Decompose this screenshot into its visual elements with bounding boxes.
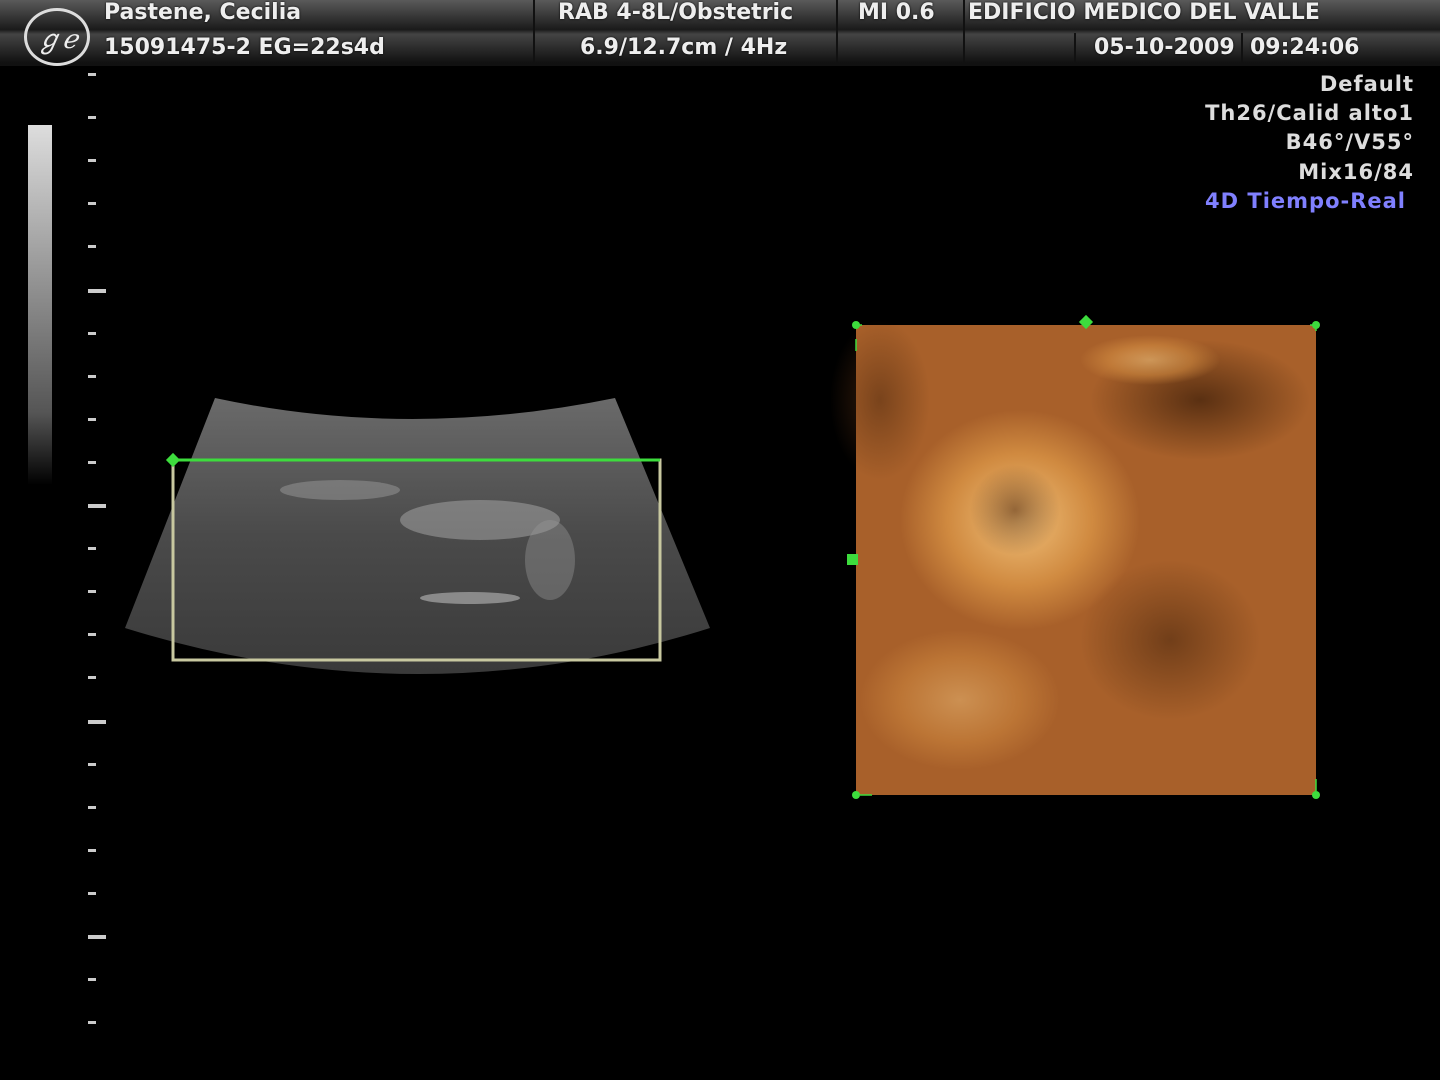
corner-handle[interactable] (1312, 791, 1320, 799)
corner-handle[interactable] (1312, 321, 1320, 329)
left-handle[interactable] (847, 554, 858, 565)
corner-handle[interactable] (852, 791, 860, 799)
image-area (125, 314, 1320, 799)
render-line-handle[interactable] (165, 452, 181, 468)
3d-render-view (830, 320, 1316, 795)
corner-handle[interactable] (852, 321, 860, 329)
b-mode-image (125, 398, 710, 674)
